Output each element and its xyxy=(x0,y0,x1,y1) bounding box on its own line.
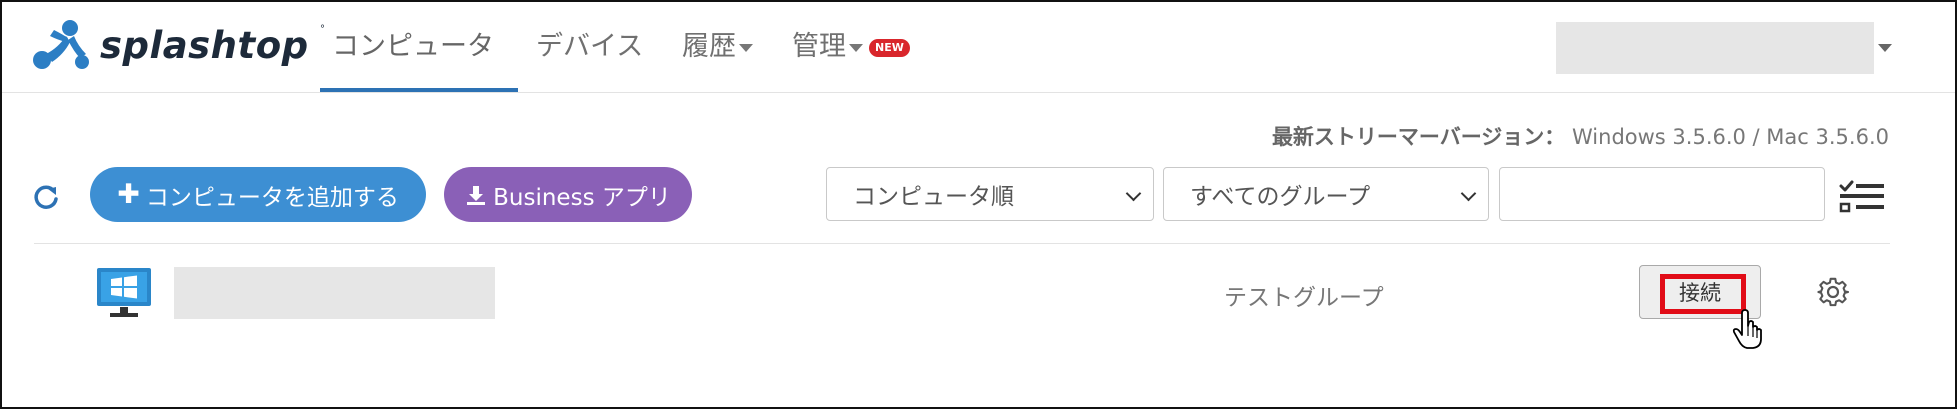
group-filter-value: すべてのグループ xyxy=(1190,184,1371,210)
refresh-icon[interactable] xyxy=(32,183,60,211)
business-app-download-button[interactable]: Business アプリ xyxy=(444,167,692,222)
app-frame: splashtop ° コンピュータ デバイス 履歴 管理 NEW 最新ストリーマ… xyxy=(0,0,1957,409)
nav-tab-label: デバイス xyxy=(536,31,644,62)
download-icon xyxy=(467,185,486,205)
splashtop-mark-icon xyxy=(33,20,89,69)
checklist-view-icon[interactable] xyxy=(1838,179,1886,213)
computer-name[interactable] xyxy=(174,267,495,319)
nav-tab-label: 管理 xyxy=(792,31,846,62)
plus-icon: ✚ xyxy=(117,179,140,210)
toolbar-divider xyxy=(34,243,1890,244)
version-value: Windows 3.5.6.0 / Mac 3.5.6.0 xyxy=(1572,125,1889,149)
nav-tab-label: コンピュータ xyxy=(332,31,494,62)
nav-tab-management[interactable]: 管理 NEW xyxy=(792,24,910,63)
sort-order-value: コンピュータ順 xyxy=(853,184,1014,210)
search-input[interactable] xyxy=(1499,167,1825,221)
hand-cursor-icon xyxy=(1732,309,1762,349)
gear-icon[interactable] xyxy=(1817,276,1849,308)
add-computer-label: コンピュータを追加する xyxy=(145,184,399,211)
nav-tab-label: 履歴 xyxy=(682,31,736,62)
nav-tab-history[interactable]: 履歴 xyxy=(682,24,753,63)
highlight-box xyxy=(1660,274,1746,314)
chevron-down-icon xyxy=(1460,185,1477,202)
business-app-label: Business アプリ xyxy=(493,184,671,211)
version-label: 最新ストリーマーバージョン： xyxy=(1271,125,1566,149)
nav-tab-computers[interactable]: コンピュータ xyxy=(332,24,494,63)
caret-down-icon xyxy=(739,43,753,52)
add-computer-button[interactable]: ✚ コンピュータを追加する xyxy=(90,167,426,222)
user-account-menu[interactable] xyxy=(1556,22,1874,74)
windows-computer-icon xyxy=(97,268,151,317)
caret-down-icon[interactable] xyxy=(1878,44,1892,52)
caret-down-icon xyxy=(849,43,863,52)
latest-streamer-version: 最新ストリーマーバージョン： Windows 3.5.6.0 / Mac 3.5… xyxy=(1272,121,1889,151)
nav-tab-devices[interactable]: デバイス xyxy=(536,24,643,63)
new-badge: NEW xyxy=(869,38,910,57)
top-nav-bar: splashtop ° コンピュータ デバイス 履歴 管理 NEW xyxy=(2,2,1955,93)
chevron-down-icon xyxy=(1125,185,1142,202)
group-filter-select[interactable]: すべてのグループ xyxy=(1163,167,1489,221)
nav-active-indicator xyxy=(320,88,518,92)
splashtop-logo[interactable]: splashtop ° xyxy=(30,18,330,78)
computer-group: テストグループ xyxy=(1224,285,1384,311)
registered-mark: ° xyxy=(320,24,325,35)
logo-wordmark: splashtop xyxy=(100,24,309,67)
sort-order-select[interactable]: コンピュータ順 xyxy=(826,167,1154,221)
